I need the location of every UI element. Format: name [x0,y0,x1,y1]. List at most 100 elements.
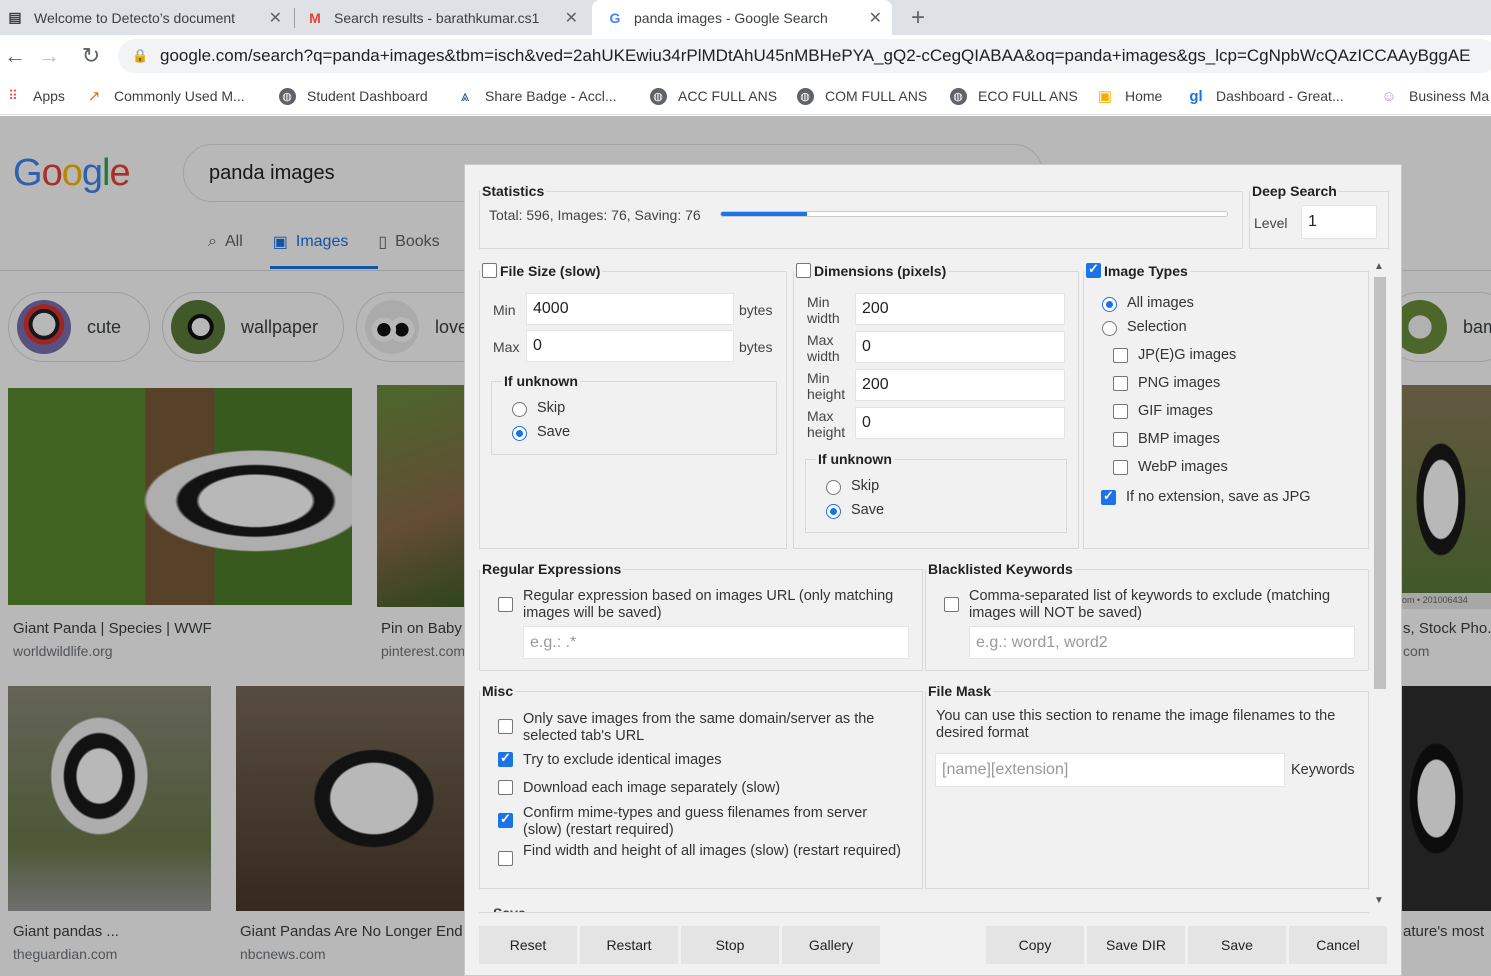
png-label: PNG images [1138,375,1221,391]
min-height-input[interactable]: 200 [855,369,1065,401]
bookmark-business[interactable]: ☺ Business Ma [1380,85,1489,107]
bookmark-eco-full-ans[interactable]: ◍ ECO FULL ANS [949,85,1078,107]
file-size-checkbox[interactable] [482,263,497,278]
dimensions-checkbox[interactable] [796,263,811,278]
reset-button[interactable]: Reset [479,926,577,964]
globe-icon: ◍ [278,87,296,105]
max-height-input[interactable]: 0 [855,407,1065,439]
tab-google[interactable]: G panda images - Google Search ✕ [592,0,892,35]
google-icon: G [609,9,621,26]
find-dimensions-label: Find width and height of all images (slo… [523,843,901,859]
save-button[interactable]: Save [1188,926,1286,964]
all-images-label: All images [1127,295,1194,311]
no-extension-jpg-checkbox[interactable] [1101,488,1116,505]
keywords-label[interactable]: Keywords [1291,762,1355,779]
gallery-button[interactable]: Gallery [782,926,880,964]
exclude-identical-checkbox[interactable] [498,750,513,767]
dialog-scrollbar[interactable]: ▲ ▼ [1371,259,1389,909]
blacklist-checkbox[interactable] [944,597,959,612]
statistics-text: Total: 596, Images: 76, Saving: 76 [489,207,701,223]
tab-separator [294,8,295,28]
webp-checkbox[interactable] [1113,460,1128,475]
regex-checkbox[interactable] [498,597,513,612]
file-size-save-radio[interactable] [512,426,527,441]
image-types-checkbox[interactable] [1086,261,1101,278]
bookmark-label: COM FULL ANS [825,88,928,104]
restart-button[interactable]: Restart [580,926,678,964]
cancel-button[interactable]: Cancel [1289,926,1387,964]
find-dimensions-checkbox[interactable] [498,851,513,866]
bookmark-share-badge[interactable]: ⩓ Share Badge - Accl... [456,85,617,107]
min-width-input[interactable]: 200 [855,293,1065,325]
max-size-label: Max [493,339,520,355]
blacklist-input[interactable]: e.g.: word1, word2 [969,626,1355,659]
tab-gmail[interactable]: M Search results - barathkumar.cs1 ✕ [306,0,588,35]
avatar-icon: ☺ [1381,87,1397,105]
dimensions-unknown-group: If unknown [805,451,1067,533]
selection-radio[interactable] [1102,321,1117,336]
copy-button[interactable]: Copy [986,926,1084,964]
min-size-label: Min [493,302,516,318]
tab-title: Search results - barathkumar.cs1 [334,9,540,26]
same-domain-checkbox[interactable] [498,719,513,734]
deep-search-legend: Deep Search [1252,183,1337,199]
level-input[interactable]: 1 [1301,205,1377,239]
download-progress-bar [720,211,1228,217]
max-width-label: Max width [807,332,840,364]
regex-input[interactable]: e.g.: .* [523,626,909,659]
all-images-radio[interactable] [1102,297,1117,312]
bookmark-home[interactable]: ▣ Home [1096,85,1162,107]
close-tab-icon[interactable]: ✕ [869,8,882,28]
max-width-input[interactable]: 0 [855,331,1065,363]
save-dir-button[interactable]: Save DIR [1087,926,1185,964]
blacklist-legend: Blacklisted Keywords [928,561,1073,577]
bmp-checkbox[interactable] [1113,432,1128,447]
forward-icon[interactable]: → [36,43,62,69]
download-separately-checkbox[interactable] [498,780,513,795]
tab-detecto[interactable]: ▤ Welcome to Detecto’s document ✕ [6,0,292,35]
close-tab-icon[interactable]: ✕ [269,8,282,28]
scrollbar-thumb[interactable] [1374,277,1386,689]
scroll-down-icon[interactable]: ▼ [1374,895,1384,906]
confirm-mime-checkbox[interactable] [498,811,513,828]
if-unknown-legend: If unknown [504,373,578,389]
max-size-input[interactable]: 0 [526,330,734,362]
address-bar[interactable]: 🔒 google.com/search?q=panda+images&tbm=i… [118,39,1491,73]
bookmark-student-dashboard[interactable]: ◍ Student Dashboard [278,85,428,107]
blacklist-label: Comma-separated list of keywords to excl… [969,588,1331,621]
apps-grid-icon: ⠿ [8,88,18,103]
browser-toolbar: ← → ↻ 🔒 google.com/search?q=panda+images… [0,35,1491,77]
save-label: Save [537,424,571,440]
png-checkbox[interactable] [1113,376,1128,391]
bookmark-acc-full-ans[interactable]: ◍ ACC FULL ANS [649,85,777,107]
bmp-label: BMP images [1138,431,1220,447]
close-tab-icon[interactable]: ✕ [565,8,578,28]
regex-legend: Regular Expressions [482,561,622,577]
file-mask-description: You can use this section to rename the i… [936,708,1336,741]
skip-label: Skip [851,478,880,494]
bookmark-dashboard-great[interactable]: gl Dashboard - Great... [1187,85,1344,107]
url-text: google.com/search?q=panda+images&tbm=isc… [160,46,1471,65]
bookmark-apps[interactable]: ⠿ Apps [4,85,65,107]
back-icon[interactable]: ← [2,43,28,69]
gif-checkbox[interactable] [1113,404,1128,419]
dimensions-skip-radio[interactable] [826,480,841,495]
stop-button[interactable]: Stop [681,926,779,964]
reload-icon[interactable]: ↻ [78,43,104,69]
jpeg-checkbox[interactable] [1113,348,1128,363]
min-size-input[interactable]: 4000 [526,293,734,325]
bookmark-label: Dashboard - Great... [1216,88,1344,104]
bookmark-commonly-used[interactable]: ↗ Commonly Used M... [85,85,245,107]
dimensions-save-radio[interactable] [826,504,841,519]
jpeg-label: JP(E)G images [1138,347,1237,363]
selection-label: Selection [1127,319,1187,335]
gmail-icon: M [309,9,321,26]
new-tab-icon[interactable]: + [906,0,930,35]
bookmark-label: Business Ma [1409,88,1490,104]
image-types-legend: Image Types [1104,263,1188,279]
file-mask-input[interactable]: [name][extension] [935,753,1285,787]
file-size-skip-radio[interactable] [512,402,527,417]
save-label: Save [851,502,885,518]
bookmark-com-full-ans[interactable]: ◍ COM FULL ANS [796,85,927,107]
scroll-up-icon[interactable]: ▲ [1374,261,1384,272]
